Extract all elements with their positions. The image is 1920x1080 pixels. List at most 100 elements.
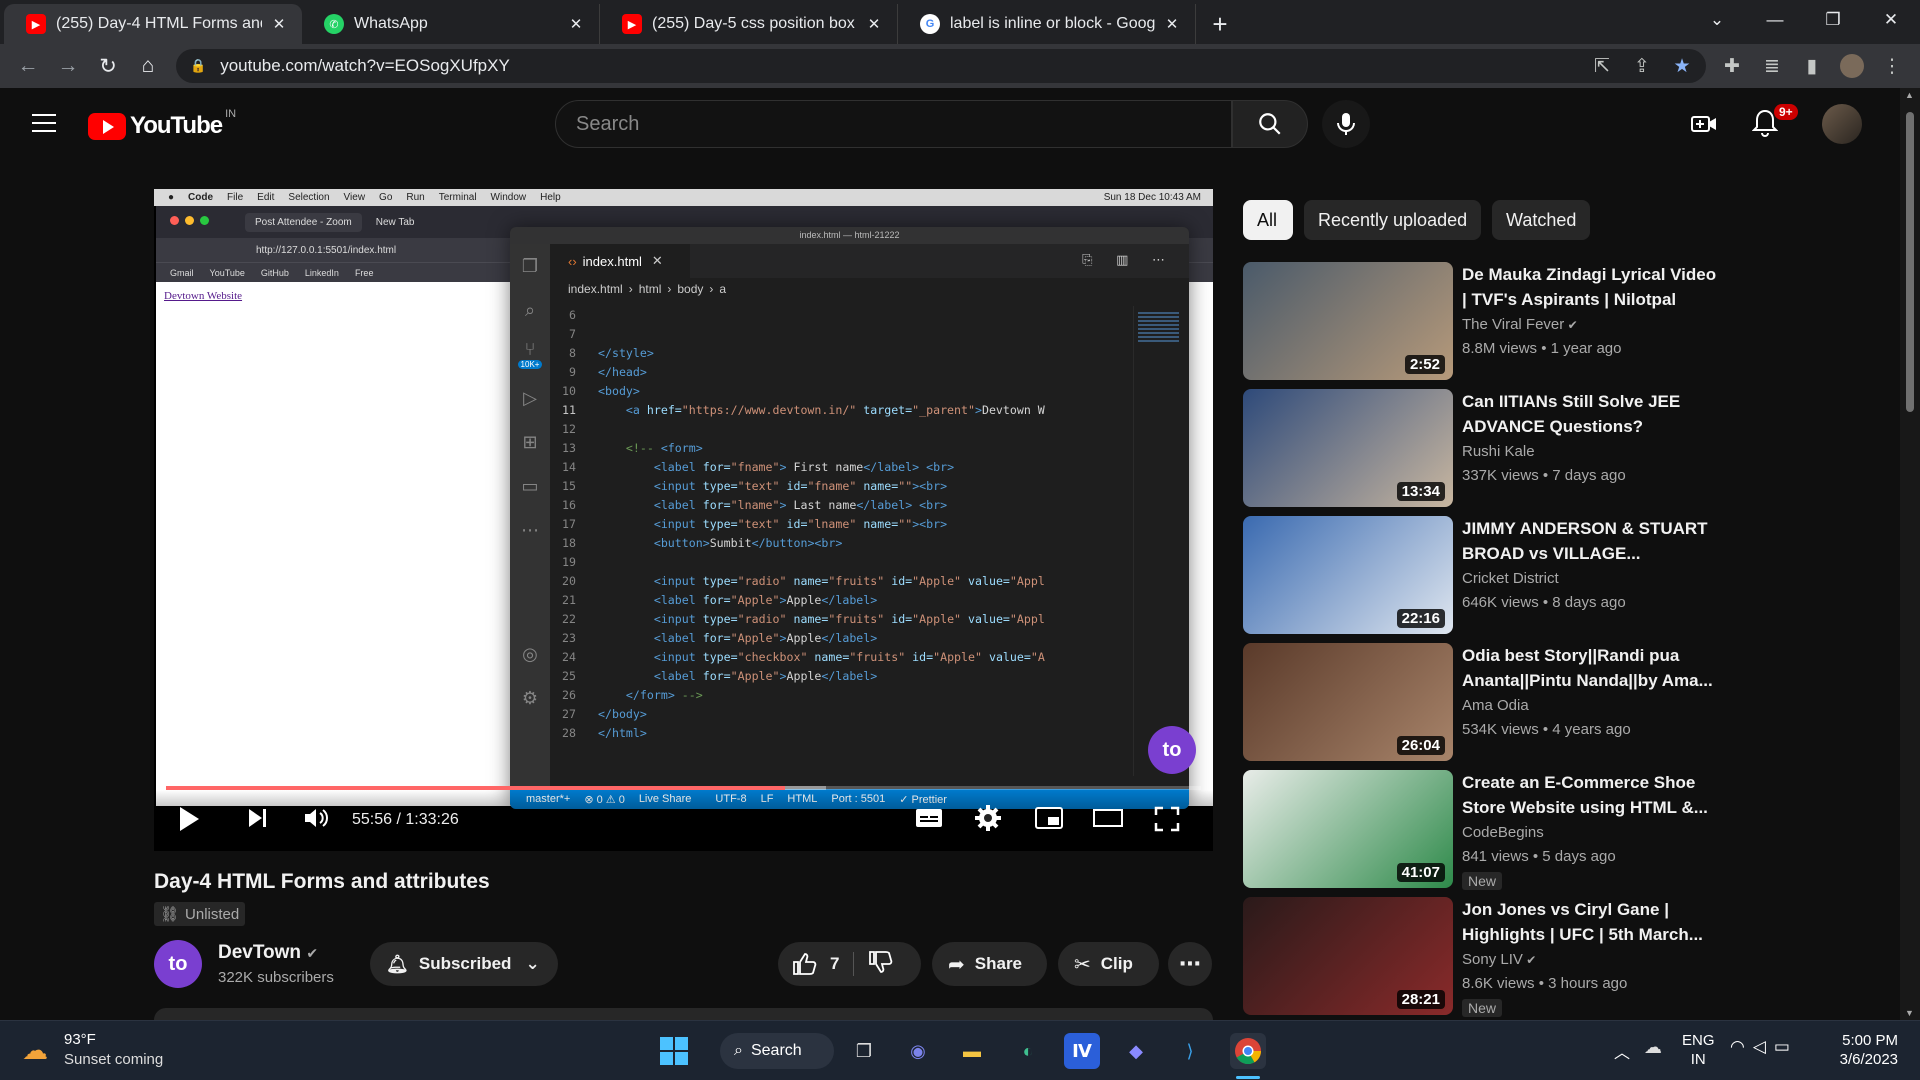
dislike-button[interactable] <box>868 950 894 979</box>
home-button[interactable]: ⌂ <box>128 46 168 86</box>
onedrive-cloud-icon[interactable]: ☁ <box>1644 1037 1662 1058</box>
close-tab-icon[interactable]: ✕ <box>865 15 883 33</box>
theater-mode-button[interactable] <box>1092 806 1124 830</box>
subscribed-button[interactable]: 🔔︎ Subscribed ⌄ <box>370 942 558 986</box>
weather-desc[interactable]: Sunset coming <box>64 1051 163 1068</box>
channel-name[interactable]: DevTown ✔ <box>218 942 318 964</box>
account-avatar[interactable] <box>1822 104 1862 144</box>
search-input[interactable]: Search <box>555 100 1232 148</box>
recommendation-thumbnail[interactable]: 26:04 <box>1243 643 1453 761</box>
next-button[interactable] <box>246 806 270 830</box>
file-explorer-icon[interactable]: ▬ <box>954 1033 990 1069</box>
teams-chat-icon[interactable]: ◉ <box>900 1033 936 1069</box>
close-tab-icon[interactable]: ✕ <box>1163 15 1181 33</box>
browser-tab-1[interactable]: ▶ (255) Day-4 HTML Forms and att ✕ <box>4 4 302 44</box>
profile-avatar[interactable] <box>1834 48 1870 84</box>
browser-tab-4[interactable]: Glabel is inline or block - Google S ✕ <box>898 4 1196 44</box>
bookmark-star-icon[interactable]: ★ <box>1664 48 1700 84</box>
recommendation-channel[interactable]: CodeBegins <box>1462 824 1544 841</box>
scroll-down-arrow-icon[interactable]: ▼ <box>1905 1008 1914 1018</box>
like-button[interactable]: 7 <box>792 952 839 976</box>
task-view-icon[interactable]: ❐ <box>846 1033 882 1069</box>
recommendation-title[interactable]: De Mauka Zindagi Lyrical Video | TVF's A… <box>1462 262 1717 312</box>
search-button[interactable] <box>1232 100 1308 148</box>
recommendation-channel[interactable]: Ama Odia <box>1462 697 1529 714</box>
page-scrollbar[interactable]: ▲ ▼ <box>1900 88 1920 1020</box>
recommendation-thumbnail[interactable]: 2:52 <box>1243 262 1453 380</box>
chrome-taskbar-icon[interactable] <box>1230 1033 1266 1069</box>
windows-start-icon[interactable] <box>656 1033 692 1069</box>
channel-avatar[interactable]: to <box>154 940 202 988</box>
play-button[interactable] <box>176 804 202 834</box>
app-icon-purple[interactable]: ◆ <box>1118 1033 1154 1069</box>
chip-watched[interactable]: Watched <box>1492 200 1591 240</box>
chip-recently-uploaded[interactable]: Recently uploaded <box>1304 200 1482 240</box>
share-button[interactable]: ➦ Share <box>932 942 1047 986</box>
close-tab-icon[interactable]: ✕ <box>270 15 288 33</box>
language-indicator[interactable]: ENG IN <box>1682 1031 1715 1069</box>
chip-all[interactable]: All <box>1243 200 1293 240</box>
recommendation-item[interactable]: 13:34 Can IITIANs Still Solve JEE ADVANCE… <box>1243 389 1703 507</box>
recommendation-item[interactable]: 22:16 JIMMY ANDERSON & STUART BROAD vs VI… <box>1243 516 1708 634</box>
edge-browser-icon[interactable]: ◐ <box>1010 1033 1046 1069</box>
minimize-button[interactable]: — <box>1746 0 1804 40</box>
recommendation-thumbnail[interactable]: 28:21 <box>1243 897 1453 1015</box>
recommendation-item[interactable]: 41:07 Create an E-Commerce Shoe Store Web… <box>1243 770 1708 890</box>
extensions-icon[interactable]: ✚ <box>1714 48 1750 84</box>
maximize-button[interactable]: ❐ <box>1804 0 1862 40</box>
scroll-up-arrow-icon[interactable]: ▲ <box>1905 90 1914 100</box>
chevron-up-icon[interactable]: ︿ <box>1614 1039 1630 1063</box>
video-player[interactable]: ● Code File Edit Selection View Go Run Terminal… <box>154 189 1213 851</box>
recommendation-channel[interactable]: Cricket District <box>1462 570 1559 587</box>
browser-tab-3[interactable]: ▶ (255) Day-5 css position box mo ✕ <box>600 4 898 44</box>
side-panel-icon[interactable]: ▮ <box>1794 48 1830 84</box>
recommendation-thumbnail[interactable]: 41:07 <box>1243 770 1453 888</box>
close-tab-icon[interactable]: ✕ <box>567 15 585 33</box>
clock[interactable]: 5:00 PM 3/6/2023 <box>1834 1031 1898 1069</box>
browser-tab-2[interactable]: ✆ WhatsApp ✕ <box>302 4 600 44</box>
volume-button[interactable] <box>302 806 330 830</box>
system-tray-icons[interactable]: ◠◁▭ <box>1730 1037 1798 1057</box>
recommendation-item[interactable]: 26:04 Odia best Story||Randi pua Ananta||… <box>1243 643 1713 761</box>
weather-temp[interactable]: 93°F <box>64 1031 96 1048</box>
tab-search-icon[interactable]: ⌄ <box>1688 0 1746 40</box>
guide-menu-icon[interactable] <box>32 114 56 132</box>
clip-button[interactable]: ✂ Clip <box>1058 942 1159 986</box>
share-icon[interactable]: ⇪ <box>1624 48 1660 84</box>
scrollbar-thumb[interactable] <box>1906 112 1914 412</box>
recommendation-channel[interactable]: Sony LIV ✔ <box>1462 951 1536 968</box>
subtitles-button[interactable] <box>914 806 944 830</box>
recommendation-title[interactable]: JIMMY ANDERSON & STUART BROAD vs VILLAGE… <box>1462 516 1717 566</box>
settings-button[interactable] <box>974 804 1002 832</box>
recommendation-thumbnail[interactable]: 13:34 <box>1243 389 1453 507</box>
recommendation-title[interactable]: Create an E-Commerce Shoe Store Website … <box>1462 770 1717 820</box>
recommendation-thumbnail[interactable]: 22:16 <box>1243 516 1453 634</box>
app-icon-blue[interactable]: Ⅳ <box>1064 1033 1100 1069</box>
recommendation-item[interactable]: 2:52 De Mauka Zindagi Lyrical Video | TVF… <box>1243 262 1716 380</box>
new-tab-button[interactable]: + <box>1200 4 1240 44</box>
more-actions-button[interactable]: ⋯ <box>1168 942 1212 986</box>
back-button[interactable]: ← <box>8 46 48 86</box>
media-control-icon[interactable]: ≣ <box>1754 48 1790 84</box>
create-video-icon[interactable] <box>1690 112 1718 141</box>
recommendation-channel[interactable]: The Viral Fever ✔ <box>1462 316 1578 333</box>
recommendation-item[interactable]: 28:21 Jon Jones vs Ciryl Gane | Highlight… <box>1243 897 1703 1017</box>
close-window-button[interactable]: ✕ <box>1862 0 1920 40</box>
open-in-app-icon[interactable]: ⇱ <box>1584 48 1620 84</box>
forward-button[interactable]: → <box>48 46 88 86</box>
chrome-menu-icon[interactable]: ⋮ <box>1874 48 1910 84</box>
description-box[interactable] <box>154 1008 1213 1020</box>
recommendation-title[interactable]: Odia best Story||Randi pua Ananta||Pintu… <box>1462 643 1717 693</box>
recommendation-channel[interactable]: Rushi Kale <box>1462 443 1535 460</box>
voice-search-button[interactable] <box>1322 100 1370 148</box>
miniplayer-button[interactable] <box>1034 806 1064 830</box>
taskbar-search[interactable]: ⌕ Search <box>720 1033 834 1069</box>
youtube-logo[interactable]: YouTube IN <box>88 108 236 140</box>
vscode-taskbar-icon[interactable]: ⟩ <box>1172 1033 1208 1069</box>
recommendation-title[interactable]: Jon Jones vs Ciryl Gane | Highlights | U… <box>1462 897 1717 947</box>
fullscreen-button[interactable] <box>1154 806 1180 832</box>
omnibox[interactable]: 🔒 youtube.com/watch?v=EOSogXUfpXY <box>176 49 1706 83</box>
weather-icon[interactable]: ☁ <box>22 1035 48 1066</box>
reload-button[interactable]: ↻ <box>88 46 128 86</box>
recommendation-title[interactable]: Can IITIANs Still Solve JEE ADVANCE Ques… <box>1462 389 1717 439</box>
